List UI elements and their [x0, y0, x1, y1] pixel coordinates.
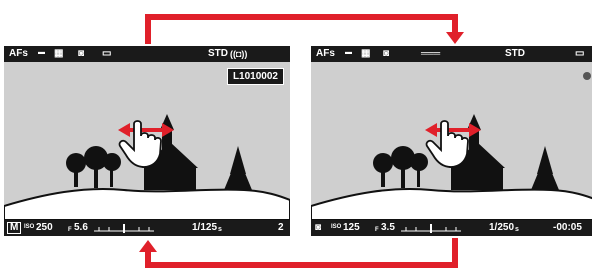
focus-field-icon: ◙: [78, 48, 85, 59]
recording-duration: -00:05: [553, 222, 582, 233]
iso-label: ISO: [331, 224, 342, 230]
stabilization-icon: ((◘)): [230, 49, 248, 59]
landscape-thumbnail: [4, 114, 290, 220]
iso-value: 250: [36, 222, 53, 233]
aperture-value: 3.5: [381, 222, 395, 233]
iso-value: 125: [343, 222, 360, 233]
battery-icon: ▭: [575, 48, 585, 59]
awb-icon: ▬: [345, 49, 352, 56]
exposure-mode: M: [7, 222, 22, 234]
image-style: STD: [208, 48, 228, 59]
metering-icon: ▦: [54, 48, 64, 59]
drive-mode-icon: ▭: [102, 48, 112, 59]
top-status-bar: AFs ▬ ▦ ◙ ▭ STD ((◘)): [4, 46, 290, 62]
exposure-scale-icon: [94, 224, 154, 233]
shot-count: 2: [278, 222, 284, 233]
iso-label: ISO: [24, 224, 35, 230]
af-mode: AFs: [9, 48, 28, 59]
awb-icon: ▬: [38, 49, 45, 56]
video-mode-screen[interactable]: AFs ▬ ▦ ◙ ═══ STD ▭ ◙ ISO 125 F 3.5 1/25…: [311, 46, 592, 236]
photo-mode-screen[interactable]: AFs ▬ ▦ ◙ ▭ STD ((◘)) L1010002 M ISO 250…: [4, 46, 290, 236]
metering-icon: ▦: [361, 48, 371, 59]
aperture-prefix: F: [375, 227, 379, 233]
video-mode-icon: ◙: [315, 222, 322, 233]
shutter-unit: s: [218, 226, 222, 233]
focus-field-icon: ◙: [383, 48, 390, 59]
image-style: STD: [505, 48, 525, 59]
bottom-status-bar: ◙ ISO 125 F 3.5 1/250 s -00:05: [311, 220, 592, 236]
aperture-prefix: F: [68, 227, 72, 233]
bottom-status-bar: M ISO 250 F 5.6 1/125 s 2: [4, 220, 290, 236]
exposure-scale-icon: [401, 224, 461, 233]
landscape-thumbnail: [311, 114, 592, 220]
aperture-value: 5.6: [74, 222, 88, 233]
af-mode: AFs: [316, 48, 335, 59]
shutter-speed: 1/125: [192, 222, 218, 233]
shutter-unit: s: [515, 226, 519, 233]
shutter-speed: 1/250: [489, 222, 515, 233]
audio-level-icon: ═══: [421, 48, 441, 58]
top-status-bar: AFs ▬ ▦ ◙ ═══ STD ▭: [311, 46, 592, 62]
